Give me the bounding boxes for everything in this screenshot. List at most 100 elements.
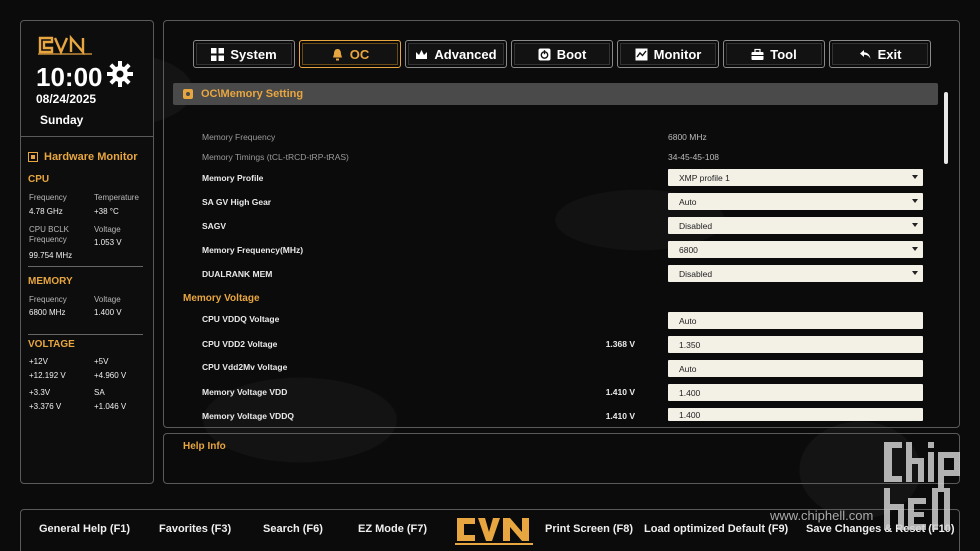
- general-help-button[interactable]: General Help (F1): [39, 523, 130, 535]
- cvn-logo: [38, 34, 92, 56]
- search-button[interactable]: Search (F6): [263, 523, 323, 535]
- cpu-voltage-label: Voltage: [94, 225, 121, 234]
- memory-frequency-label: Memory Frequency: [202, 132, 276, 142]
- return-arrow-icon: [859, 49, 871, 59]
- cpu-vddq-label: CPU VDDQ Voltage: [202, 314, 280, 324]
- help-info-panel: [163, 433, 960, 484]
- memory-freq-mhz-label: Memory Frequency(MHz): [202, 245, 304, 255]
- breadcrumb: OC\Memory Setting: [173, 83, 938, 105]
- tab-tool[interactable]: Tool: [723, 40, 825, 68]
- memory-frequency-value: 6800 MHz: [29, 308, 66, 317]
- tab-monitor-label: Monitor: [653, 46, 702, 62]
- watermark-url: www.chiphell.com: [770, 508, 874, 523]
- clock-time: 10:00: [36, 62, 103, 92]
- mem-vddq-field[interactable]: 1.400: [668, 408, 923, 421]
- memory-timings-label: Memory Timings (tCL-tRCD-tRP-tRAS): [202, 152, 349, 162]
- cpu-frequency-value: 4.78 GHz: [29, 207, 63, 216]
- divider: [28, 266, 143, 267]
- tab-monitor[interactable]: Monitor: [617, 40, 719, 68]
- favorites-button[interactable]: Favorites (F3): [159, 523, 231, 535]
- dualrank-value: Disabled: [679, 268, 713, 279]
- bell-icon: [332, 48, 342, 60]
- dropdown-arrow-icon: [912, 199, 918, 203]
- tab-oc[interactable]: OC: [299, 40, 401, 68]
- tab-exit[interactable]: Exit: [829, 40, 931, 68]
- mem-vdd-label: Memory Voltage VDD: [202, 387, 288, 397]
- memory-profile-value: XMP profile 1: [679, 172, 730, 183]
- memory-voltage-title: Memory Voltage: [183, 293, 260, 304]
- gear-icon[interactable]: [106, 60, 134, 88]
- tab-system[interactable]: System: [193, 40, 295, 68]
- clock-date: 08/24/2025: [36, 92, 97, 106]
- clock-day: Sunday: [40, 113, 84, 127]
- grid-icon: [211, 47, 225, 61]
- tab-oc-label: OC: [349, 46, 370, 62]
- top-nav-tabs: System OC Advanced Boot Monitor Tool Exi…: [193, 40, 931, 68]
- print-screen-button[interactable]: Print Screen (F8): [545, 523, 633, 535]
- cpu-vddq-field[interactable]: Auto: [668, 312, 923, 329]
- memory-frequency-label: Frequency: [29, 295, 67, 304]
- voltage-section-title: VOLTAGE: [28, 339, 75, 350]
- cpu-vdd2mv-label: CPU Vdd2Mv Voltage: [202, 362, 288, 372]
- cvn-footer-logo: [455, 518, 533, 545]
- cpu-temperature-value: +38 °C: [94, 207, 119, 216]
- v5-label: +5V: [94, 357, 109, 366]
- memory-freq-mhz-value: 6800: [679, 244, 698, 255]
- mem-vddq-current: 1.410 V: [605, 411, 635, 421]
- dropdown-arrow-icon: [912, 223, 918, 227]
- memory-freq-mhz-dropdown[interactable]: 6800: [668, 241, 923, 258]
- cpu-section-title: CPU: [28, 174, 50, 185]
- mem-vdd-current: 1.410 V: [605, 387, 635, 397]
- cpu-bclk-label: CPU BCLK: [29, 225, 70, 234]
- v5-value: +4.960 V: [94, 371, 127, 380]
- memory-profile-dropdown[interactable]: XMP profile 1: [668, 169, 923, 186]
- dualrank-dropdown[interactable]: Disabled: [668, 265, 923, 282]
- tab-advanced-label: Advanced: [434, 46, 497, 62]
- memory-section-title: MEMORY: [28, 276, 73, 287]
- settings-scrollbar[interactable]: [944, 92, 948, 164]
- sa-value: +1.046 V: [94, 402, 127, 411]
- mem-vddq-label: Memory Voltage VDDQ: [202, 411, 294, 421]
- oc-icon: [183, 89, 193, 99]
- ez-mode-button[interactable]: EZ Mode (F7): [358, 523, 427, 535]
- load-optimized-default-button[interactable]: Load optimized Default (F9): [644, 523, 788, 535]
- dropdown-arrow-icon: [912, 271, 918, 275]
- tab-system-label: System: [230, 46, 277, 62]
- tab-boot[interactable]: Boot: [511, 40, 613, 68]
- mem-vdd-field[interactable]: 1.400: [668, 384, 923, 401]
- tab-exit-label: Exit: [877, 46, 902, 62]
- chart-icon: [635, 48, 648, 60]
- tab-advanced[interactable]: Advanced: [405, 40, 507, 68]
- memory-frequency-value: 6800 MHz: [668, 132, 707, 142]
- cpu-voltage-value: 1.053 V: [94, 238, 122, 247]
- memory-voltage-label: Voltage: [94, 295, 121, 304]
- sagv-dropdown[interactable]: Disabled: [668, 217, 923, 234]
- help-info-title: Help Info: [183, 441, 226, 452]
- cpu-vdd2-current: 1.368 V: [605, 339, 635, 349]
- hardware-monitor-label: Hardware Monitor: [44, 151, 138, 163]
- power-icon: [538, 48, 551, 60]
- chip-icon: [28, 152, 38, 162]
- cpu-vdd2mv-field[interactable]: Auto: [668, 360, 923, 377]
- sa-gv-value: Auto: [679, 196, 697, 207]
- sagv-value: Disabled: [679, 220, 713, 231]
- toolbox-icon: [751, 48, 764, 60]
- v33-label: +3.3V: [29, 388, 51, 397]
- sa-gv-dropdown[interactable]: Auto: [668, 193, 923, 210]
- hardware-monitor-title: Hardware Monitor: [28, 151, 138, 163]
- memory-profile-label: Memory Profile: [202, 173, 264, 183]
- memory-voltage-value: 1.400 V: [94, 308, 122, 317]
- chiphell-watermark-logo: [884, 442, 960, 530]
- dropdown-arrow-icon: [912, 175, 918, 179]
- cpu-frequency-label: Frequency: [29, 193, 67, 202]
- cpu-vdd2-field[interactable]: 1.350: [668, 336, 923, 353]
- crown-icon: [416, 49, 428, 59]
- cpu-vdd2-label: CPU VDD2 Voltage: [202, 339, 278, 349]
- v12-label: +12V: [29, 357, 48, 366]
- dropdown-arrow-icon: [912, 247, 918, 251]
- v12-value: +12.192 V: [29, 371, 66, 380]
- cpu-temperature-label: Temperature: [94, 193, 139, 202]
- tab-boot-label: Boot: [556, 46, 587, 62]
- breadcrumb-text: OC\Memory Setting: [201, 88, 304, 100]
- tab-tool-label: Tool: [770, 46, 797, 62]
